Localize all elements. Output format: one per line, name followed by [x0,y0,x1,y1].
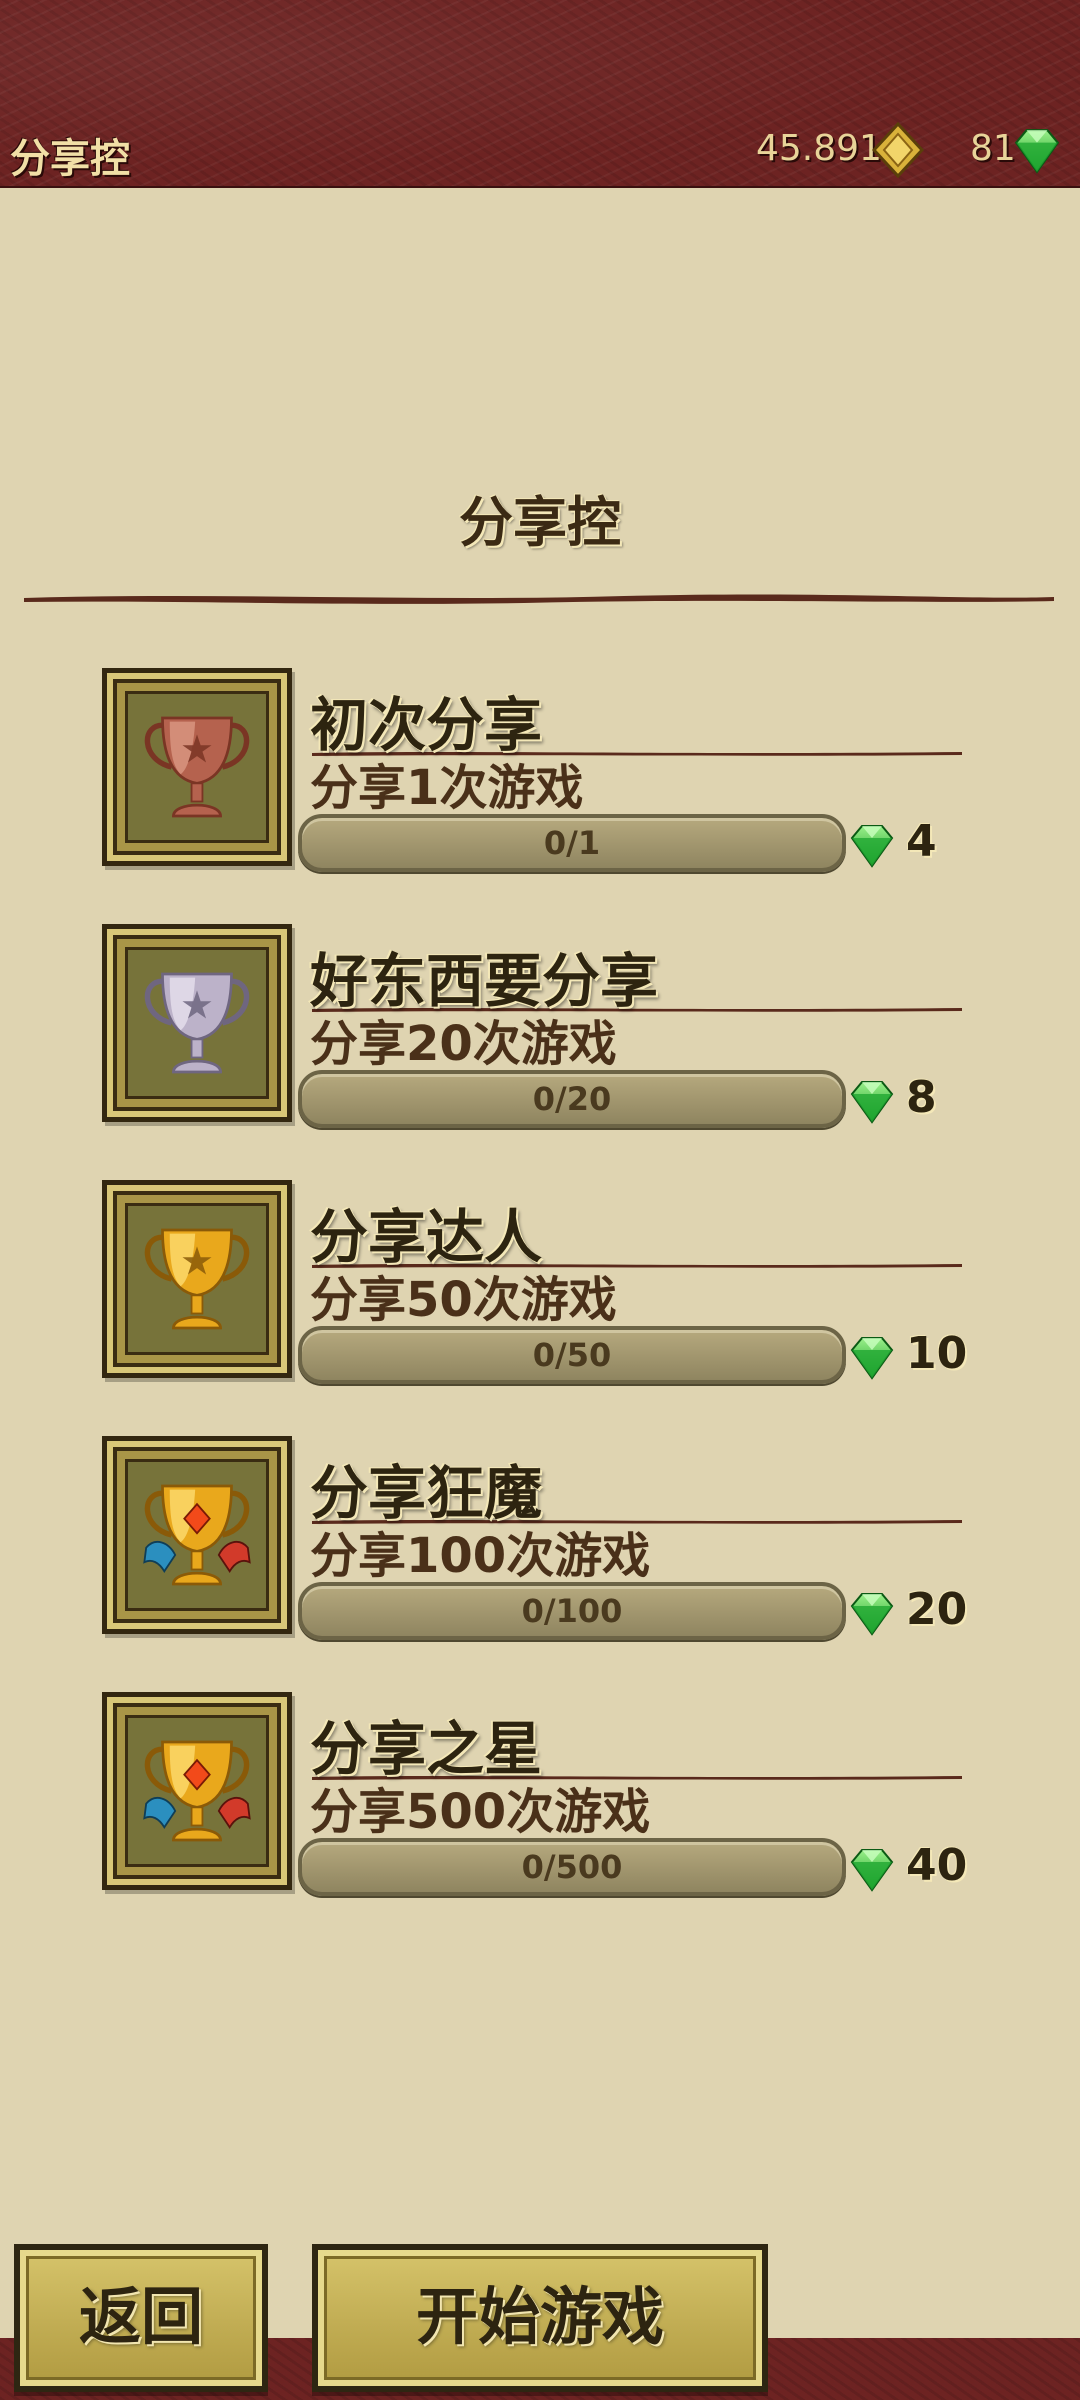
achievement-row: 好东西要分享 分享20次游戏 0/20 8 [0,924,1080,1128]
achievement-description: 分享500次游戏 [310,1784,651,1840]
achievement-badge [102,1436,292,1634]
start-game-button[interactable]: 开始游戏 [312,2244,768,2392]
gem-icon [851,1337,893,1379]
top-bar: 分享控 45.891 81 [0,0,1080,188]
bronze-trophy-icon [144,716,250,818]
progress-bar: 0/500 [298,1838,846,1896]
achievement-badge [102,1180,292,1378]
achievement-description: 分享100次游戏 [310,1528,651,1584]
reward-amount: 8 [906,1072,937,1123]
achievement-badge [102,1692,292,1890]
achievement-row: 分享达人 分享50次游戏 0/50 10 [0,1180,1080,1384]
gold-trophy-icon [144,1228,250,1330]
progress-text: 0/100 [521,1592,623,1630]
gem-icon [851,1849,893,1891]
gold-ribbon-trophy-icon [143,1740,251,1842]
progress-bar: 0/1 [298,814,846,872]
divider [24,594,1054,604]
reward-amount: 4 [906,816,937,867]
gold-coin-icon [872,122,924,178]
page-title: 分享控 [459,491,621,554]
achievement-badge [102,924,292,1122]
gold-amount: 45.891 [756,128,882,169]
gem-icon [1015,129,1059,173]
reward-amount: 40 [906,1840,968,1891]
gem-amount: 81 [970,128,1016,169]
achievement-row: 分享之星 分享500次游戏 0/500 40 [0,1692,1080,1896]
achievement-description: 分享50次游戏 [310,1272,617,1328]
progress-bar: 0/50 [298,1326,846,1384]
achievement-row: 分享狂魔 分享100次游戏 0/100 20 [0,1436,1080,1640]
gem-icon [851,1593,893,1635]
header-title: 分享控 [10,136,130,182]
reward-amount: 20 [906,1584,968,1635]
progress-bar: 0/100 [298,1582,846,1640]
silver-trophy-icon [144,972,250,1074]
progress-bar: 0/20 [298,1070,846,1128]
achievement-description: 分享1次游戏 [310,760,584,816]
gold-ribbon-trophy-icon [143,1484,251,1586]
reward-amount: 10 [906,1328,968,1379]
progress-text: 0/50 [532,1336,612,1374]
progress-text: 0/1 [543,824,601,862]
gem-icon [851,825,893,867]
achievement-row: 初次分享 分享1次游戏 0/1 4 [0,668,1080,872]
progress-text: 0/20 [532,1080,612,1118]
progress-text: 0/500 [521,1848,623,1886]
achievement-badge [102,668,292,866]
achievement-description: 分享20次游戏 [310,1016,617,1072]
gem-icon [851,1081,893,1123]
back-button[interactable]: 返回 [14,2244,268,2392]
